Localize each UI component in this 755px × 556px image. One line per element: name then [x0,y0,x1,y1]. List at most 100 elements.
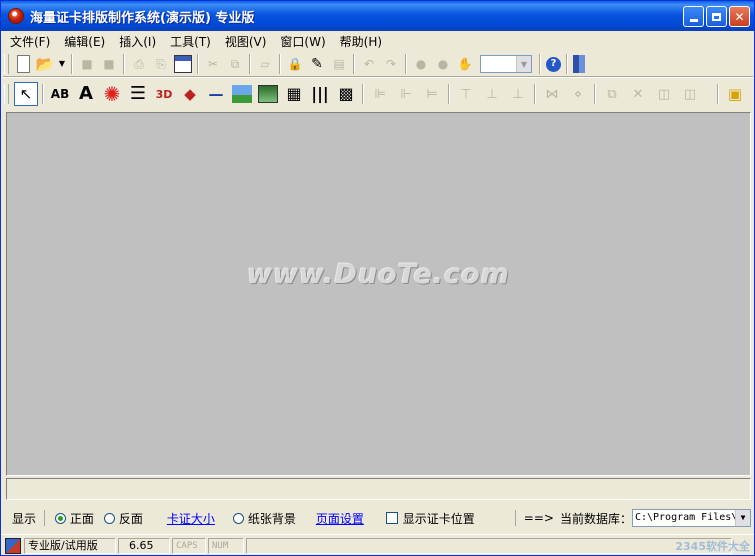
menu-help[interactable]: 帮助(H) [332,33,388,50]
maximize-button[interactable] [706,6,727,27]
menu-file[interactable]: 文件(F) [2,33,56,50]
exit-icon[interactable] [573,55,585,73]
front-radio[interactable] [55,512,66,524]
separator [123,54,125,74]
new-file-icon[interactable] [17,55,30,73]
align-right-icon[interactable]: ⊨ [420,82,444,106]
copy-icon[interactable]: ⧉ [226,55,244,73]
app-window: 海量证卡排版制作系统(演示版) 专业版 ✕ 文件(F) 编辑(E) 插入(I) … [0,0,755,556]
toolbar-divider [3,76,753,78]
lock-icon[interactable]: 🔒 [286,55,304,73]
cut-icon[interactable]: ✂ [204,55,222,73]
canvas-area[interactable]: www.DuoTe.com [6,112,751,476]
align-left-icon[interactable]: ⊫ [368,82,392,106]
back-radio[interactable] [103,512,115,524]
close-icon: ✕ [734,9,745,24]
undo-icon[interactable]: ↶ [360,55,378,73]
edit-note-icon[interactable]: ✎ [308,55,326,73]
database-path: C:\Program Files\ [634,512,738,523]
chevron-down-icon: ▼ [516,56,531,72]
zoom-in-icon[interactable]: ● [412,55,430,73]
menu-edit[interactable]: 编辑(E) [56,33,111,50]
card-size-link[interactable]: 卡证大小 [167,510,215,527]
separator [448,84,450,104]
distribute-vertical-icon[interactable]: ⋄ [566,82,590,106]
zoom-out-icon[interactable]: ● [434,55,452,73]
toolbar-grip[interactable] [4,54,9,74]
thick-line-icon[interactable]: ☰ [126,82,150,106]
dropdown-arrow-icon[interactable]: ▼ [58,55,66,73]
separator [71,54,73,74]
delete-icon[interactable]: ✕ [626,82,650,106]
open-folder-icon[interactable]: 📂 [36,55,55,73]
properties-icon[interactable]: ▤ [330,55,348,73]
shapes-icon[interactable]: ◆ [178,82,202,106]
redo-icon[interactable]: ↷ [382,55,400,73]
menu-tools[interactable]: 工具(T) [162,33,217,50]
image-icon[interactable] [232,85,252,103]
drawing-toolbar: ↖ AB A ✺ ☰ 3D ◆ — ▦ ||| ▩ ⊫ ⊩ ⊨ ⊤ ⊥ ⊥ ⋈ … [4,79,752,109]
minimize-button[interactable] [683,6,704,27]
separator [717,84,719,104]
show-card-position-label: 显示证卡位置 [402,511,475,526]
zoom-select[interactable]: ▼ [480,55,532,73]
app-status-icon [5,537,21,554]
minimize-icon [689,19,698,22]
window-title: 海量证卡排版制作系统(演示版) 专业版 [30,10,255,26]
bring-front-icon[interactable]: ◫ [652,82,676,106]
align-bottom-icon[interactable]: ⊥ [506,82,530,106]
paper-background-radio[interactable] [232,512,244,524]
distribute-horizontal-icon[interactable]: ⋈ [540,82,564,106]
caps-indicator: CAPS [172,537,206,554]
menu-view[interactable]: 视图(V) [217,33,273,50]
text-icon[interactable]: A [74,82,98,106]
layer-properties-icon[interactable]: ▣ [723,82,747,106]
help-icon[interactable]: ? [546,56,561,72]
align-center-icon[interactable]: ⊩ [394,82,418,106]
group-icon[interactable]: ⧉ [600,82,624,106]
paste-icon[interactable]: ▱ [256,55,274,73]
send-back-icon[interactable]: ◫ [678,82,702,106]
arrow-label: ==> [523,511,554,525]
separator [594,84,596,104]
seal-icon[interactable]: ✺ [100,82,124,106]
save-icon[interactable]: ■ [78,55,96,73]
print-preview-icon[interactable]: ⎘ [152,55,170,73]
title-bar[interactable]: 海量证卡排版制作系统(演示版) 专业版 ✕ [1,1,754,31]
photo-icon[interactable] [258,85,278,103]
separator [197,54,199,74]
toolbar-grip[interactable] [4,84,9,104]
paper-background-label: 纸张背景 [247,511,296,526]
align-top-icon[interactable]: ⊤ [454,82,478,106]
back-label: 反面 [118,511,143,526]
status-message-panel [246,537,732,554]
separator [42,84,44,104]
separator [279,54,281,74]
pointer-icon[interactable]: ↖ [14,82,38,106]
separator [566,54,568,74]
window-controls: ✕ [683,6,750,27]
text-frame-icon[interactable]: AB [48,82,72,106]
database-select[interactable]: C:\Program Files\ ▼ [631,509,751,527]
print-icon[interactable]: ⎙ [130,55,148,73]
calendar-icon[interactable] [174,55,192,73]
maximize-icon [712,12,721,21]
display-label: 显示 [12,511,37,526]
menu-window[interactable]: 窗口(W) [272,33,331,50]
pan-icon[interactable]: ✋ [456,55,474,73]
3d-text-icon[interactable]: 3D [152,82,176,106]
front-label: 正面 [69,511,94,526]
menu-insert[interactable]: 插入(I) [111,33,162,50]
close-button[interactable]: ✕ [729,6,750,27]
line-icon[interactable]: — [204,82,228,106]
separator [514,510,516,526]
app-icon [8,8,24,24]
qrcode-icon[interactable]: ▩ [334,82,358,106]
barcode-icon[interactable]: ||| [308,82,332,106]
options-bar: 显示 正面 反面 卡证大小 纸张背景 页面设置 显示证卡位置 ==> 当前数据库… [6,506,751,530]
align-middle-icon[interactable]: ⊥ [480,82,504,106]
show-card-position-checkbox[interactable] [385,512,398,524]
table-icon[interactable]: ▦ [282,82,306,106]
save-as-icon[interactable]: ■ [100,55,118,73]
page-setup-link[interactable]: 页面设置 [316,510,364,527]
